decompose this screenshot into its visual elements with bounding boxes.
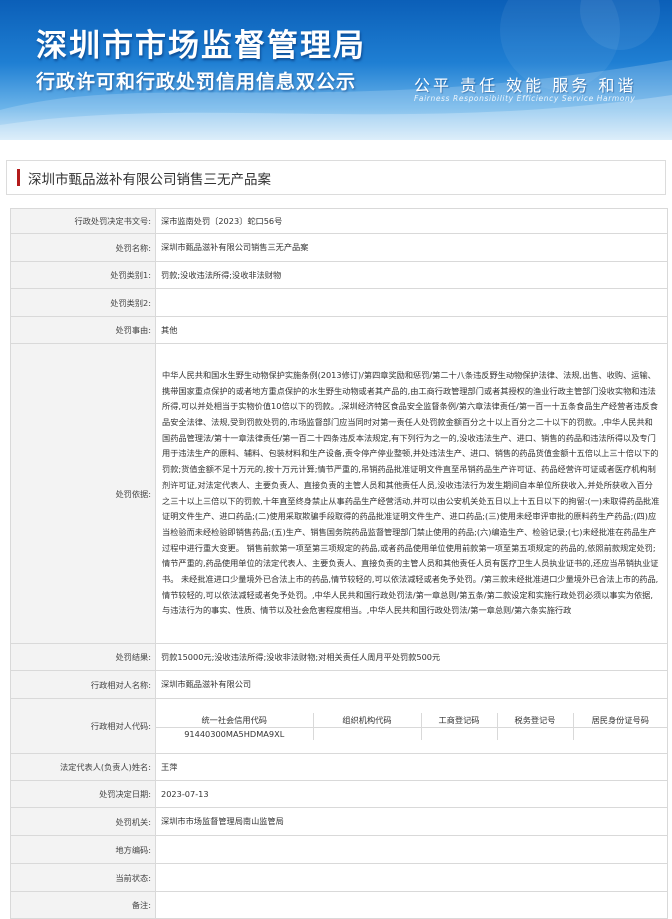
row-current-status: 当前状态: [10, 863, 668, 892]
value-penalty-name: 深圳市甄品滋补有限公司销售三无产品案 [155, 233, 668, 262]
label-party-code: 行政相对人代码: [10, 698, 156, 754]
value-tax-reg-number [496, 726, 574, 740]
label-penalty-type-2: 处罚类别2: [10, 288, 156, 317]
value-business-reg-code [420, 726, 498, 740]
value-org-code [312, 726, 422, 740]
header-credit-code: 统一社会信用代码 [156, 712, 314, 728]
row-decision-date: 处罚决定日期: 2023-07-13 [10, 780, 668, 808]
row-local-code: 地方编码: [10, 835, 668, 864]
case-info-table: 行政处罚决定书文号: 深市监南处罚〔2023〕蛇口56号 处罚名称: 深圳市甄品… [10, 208, 668, 919]
case-title-bar: 深圳市甄品滋补有限公司销售三无产品案 [6, 160, 666, 195]
code-value-row: 91440300MA5HDMA9XL [156, 726, 667, 740]
banner-slogan-english: Fairness Responsibility Efficiency Servi… [414, 94, 636, 103]
label-current-status: 当前状态: [10, 863, 156, 892]
header-id-number: 居民身份证号码 [572, 712, 667, 728]
row-penalty-result: 处罚结果: 罚款15000元;没收违法所得;没收非法财物;对相关责任人周月平处罚… [10, 643, 668, 671]
banner-slogan: 公平 责任 效能 服务 和谐 [414, 76, 637, 95]
header-tax-reg-number: 税务登记号 [496, 712, 574, 728]
row-penalty-reason: 处罚事由: 其他 [10, 316, 668, 344]
label-remarks: 备注: [10, 891, 156, 919]
header-org-code: 组织机构代码 [312, 712, 422, 728]
value-id-number [572, 726, 667, 740]
value-penalty-result: 罚款15000元;没收违法所得;没收非法财物;对相关责任人周月平处罚款500元 [155, 643, 668, 671]
label-local-code: 地方编码: [10, 835, 156, 864]
value-penalty-basis: 中华人民共和国水生野生动物保护实施条例(2013修订)/第四章奖励和惩罚/第二十… [155, 343, 668, 644]
label-penalty-reason: 处罚事由: [10, 316, 156, 344]
label-party-name: 行政相对人名称: [10, 670, 156, 699]
row-decision-number: 行政处罚决定书文号: 深市监南处罚〔2023〕蛇口56号 [10, 208, 668, 234]
party-code-cell: 统一社会信用代码 组织机构代码 工商登记码 税务登记号 居民身份证号码 9144… [155, 698, 668, 754]
value-penalty-type-1: 罚款;没收违法所得;没收非法财物 [155, 261, 668, 289]
label-decision-date: 处罚决定日期: [10, 780, 156, 808]
label-penalty-name: 处罚名称: [10, 233, 156, 262]
row-penalty-name: 处罚名称: 深圳市甄品滋补有限公司销售三无产品案 [10, 233, 668, 262]
row-penalty-authority: 处罚机关: 深圳市市场监督管理局南山监管局 [10, 807, 668, 836]
party-code-table: 统一社会信用代码 组织机构代码 工商登记码 税务登记号 居民身份证号码 9144… [156, 712, 667, 740]
row-party-code: 行政相对人代码: 统一社会信用代码 组织机构代码 工商登记码 税务登记号 居民身… [10, 698, 668, 754]
value-local-code [155, 835, 668, 864]
value-party-name: 深圳市甄品滋补有限公司 [155, 670, 668, 699]
value-decision-number: 深市监南处罚〔2023〕蛇口56号 [155, 208, 668, 234]
label-penalty-basis: 处罚依据: [10, 343, 156, 644]
accent-bar [17, 169, 20, 186]
value-penalty-type-2 [155, 288, 668, 317]
banner-title: 深圳市市场监督管理局 [36, 28, 366, 64]
label-penalty-result: 处罚结果: [10, 643, 156, 671]
header-business-reg-code: 工商登记码 [420, 712, 498, 728]
case-title: 深圳市甄品滋补有限公司销售三无产品案 [28, 171, 271, 188]
label-decision-number: 行政处罚决定书文号: [10, 208, 156, 234]
value-credit-code: 91440300MA5HDMA9XL [156, 726, 314, 740]
value-decision-date: 2023-07-13 [155, 780, 668, 808]
row-penalty-type-1: 处罚类别1: 罚款;没收违法所得;没收非法财物 [10, 261, 668, 289]
row-penalty-basis: 处罚依据: 中华人民共和国水生野生动物保护实施条例(2013修订)/第四章奖励和… [10, 343, 668, 644]
value-penalty-reason: 其他 [155, 316, 668, 344]
row-remarks: 备注: [10, 891, 668, 919]
label-legal-representative: 法定代表人(负责人)姓名: [10, 753, 156, 781]
label-penalty-type-1: 处罚类别1: [10, 261, 156, 289]
value-remarks [155, 891, 668, 919]
value-penalty-authority: 深圳市市场监督管理局南山监管局 [155, 807, 668, 836]
row-legal-representative: 法定代表人(负责人)姓名: 王萍 [10, 753, 668, 781]
code-header-row: 统一社会信用代码 组织机构代码 工商登记码 税务登记号 居民身份证号码 [156, 712, 667, 728]
row-party-name: 行政相对人名称: 深圳市甄品滋补有限公司 [10, 670, 668, 699]
header-banner: 深圳市市场监督管理局 行政许可和行政处罚信用信息双公示 公平 责任 效能 服务 … [0, 0, 672, 140]
label-penalty-authority: 处罚机关: [10, 807, 156, 836]
value-current-status [155, 863, 668, 892]
value-legal-representative: 王萍 [155, 753, 668, 781]
banner-subtitle: 行政许可和行政处罚信用信息双公示 [36, 71, 357, 93]
row-penalty-type-2: 处罚类别2: [10, 288, 668, 317]
